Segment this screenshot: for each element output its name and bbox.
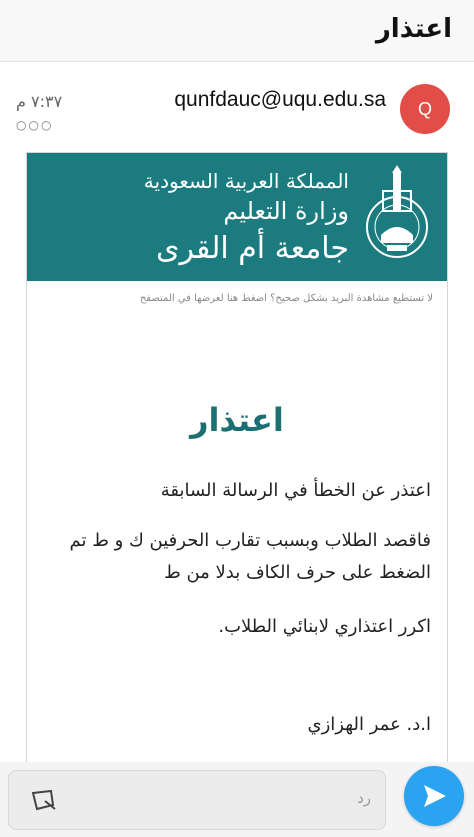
attachment-icon[interactable]	[31, 789, 57, 811]
reply-input[interactable]: رد	[8, 770, 386, 830]
sender-row: Q qunfdauc@uqu.edu.sa ٧:٣٧ م ○○○	[0, 62, 474, 152]
reply-placeholder: رد	[357, 789, 371, 807]
message-paragraph-1: اعتذر عن الخطأ في الرسالة السابقة	[160, 480, 431, 501]
message-signature: ا.د. عمر الهزازي	[307, 714, 431, 735]
top-header: اعتذار	[0, 0, 474, 62]
view-in-browser-link[interactable]: لا تستطيع مشاهدة البريد بشكل صحيح؟ اضغط …	[39, 293, 433, 304]
banner-ministry-name: وزارة التعليم	[223, 197, 349, 225]
message-title: اعتذار	[190, 401, 284, 439]
email-subject-title: اعتذار	[375, 14, 452, 44]
send-arrow-icon	[424, 785, 446, 807]
message-paragraph-2: فاقصد الطلاب وبسبب تقارب الحرفين ك و ط ت…	[69, 530, 431, 583]
reply-bar: رد	[0, 762, 474, 837]
sender-avatar[interactable]: Q	[400, 84, 450, 134]
more-options-icon[interactable]: ○○○	[16, 118, 53, 132]
sender-email[interactable]: qunfdauc@uqu.edu.sa	[174, 88, 386, 112]
message-paragraph-3: اكرر اعتذاري لابنائي الطلاب.	[218, 616, 431, 637]
message-time: ٧:٣٧ م	[16, 92, 63, 111]
university-seal-icon	[366, 165, 428, 258]
email-body-card: المملكة العربية السعودية وزارة التعليم ج…	[26, 152, 448, 762]
university-banner: المملكة العربية السعودية وزارة التعليم ج…	[27, 153, 447, 281]
banner-kingdom-name: المملكة العربية السعودية	[143, 169, 349, 193]
banner-university-name: جامعة أم القرى	[156, 231, 349, 266]
send-button[interactable]	[404, 766, 464, 826]
